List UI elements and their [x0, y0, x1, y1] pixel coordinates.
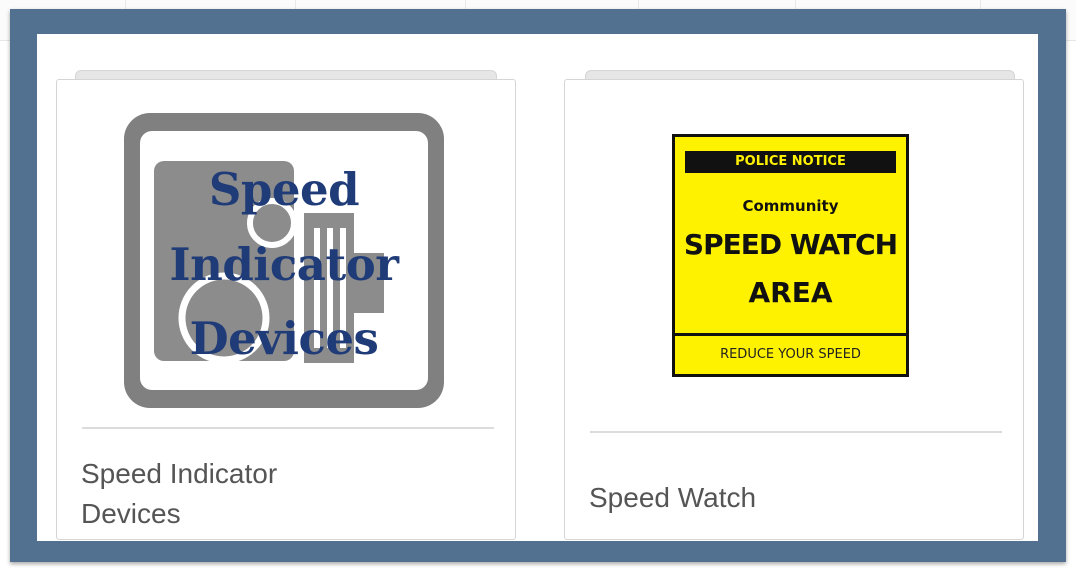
card-speed-indicator-devices[interactable]: Speed Indicator Devices Speed Indicator …: [56, 79, 516, 540]
logo-text-line-1: Speed: [208, 163, 360, 216]
logo-text-line-2: Indicator: [169, 238, 399, 291]
modal-frame: Speed Indicator Devices Speed Indicator …: [10, 9, 1066, 562]
sign-police-notice: POLICE NOTICE: [685, 151, 896, 173]
card-label[interactable]: Speed Indicator Devices: [81, 454, 277, 534]
card-speed-watch[interactable]: POLICE NOTICE Community SPEED WATCH AREA…: [564, 79, 1024, 540]
speed-indicator-devices-logo[interactable]: Speed Indicator Devices: [124, 113, 444, 408]
card-label-line-2: Devices: [81, 498, 181, 529]
card-divider: [82, 427, 494, 429]
logo-text-line-3: Devices: [189, 312, 379, 365]
speed-watch-sign[interactable]: POLICE NOTICE Community SPEED WATCH AREA…: [672, 134, 909, 377]
card-divider: [590, 431, 1002, 433]
cards-panel: Speed Indicator Devices Speed Indicator …: [37, 34, 1038, 541]
sign-reduce-speed-text: REDUCE YOUR SPEED: [675, 333, 906, 373]
card-label-line-1: Speed Indicator: [81, 458, 278, 489]
card-label[interactable]: Speed Watch: [589, 478, 756, 518]
sign-speed-watch-text: SPEED WATCH: [683, 228, 898, 261]
sign-community-text: Community: [742, 197, 839, 215]
sign-area-text: AREA: [748, 276, 833, 309]
